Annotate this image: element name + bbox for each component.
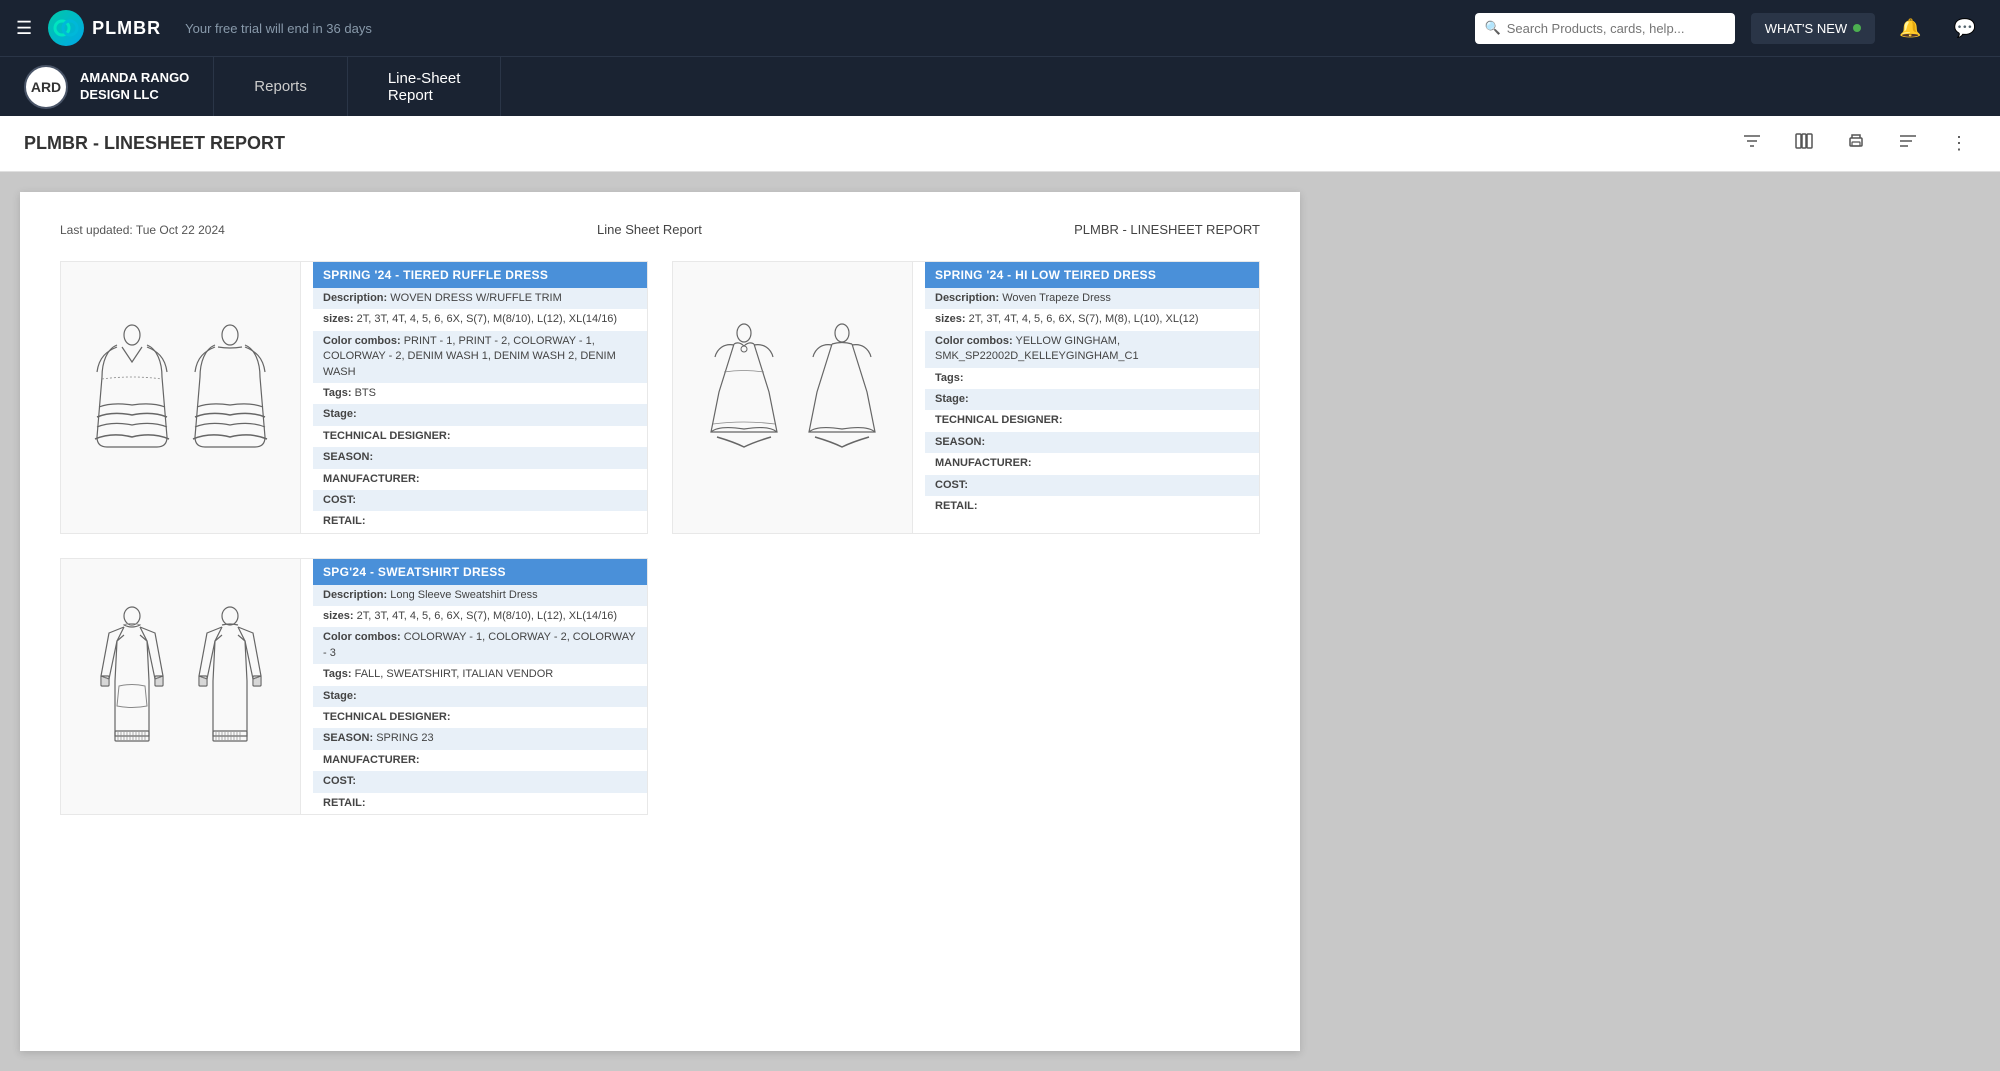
messages-icon[interactable]: 💬 (1946, 14, 1984, 43)
print-button[interactable] (1838, 125, 1874, 162)
product-card-1: SPRING '24 - TIERED RUFFLE DRESS Descrip… (60, 261, 648, 534)
product-colors-3: Color combos: COLORWAY - 1, COLORWAY - 2… (313, 627, 647, 664)
product-colors-2: Color combos: YELLOW GINGHAM, SMK_SP2200… (925, 331, 1259, 368)
breadcrumb-reports-label: Reports (254, 78, 307, 95)
product-colors-1: Color combos: PRINT - 1, PRINT - 2, COLO… (313, 331, 647, 383)
navbar: ☰ PLMBR Your free trial will end in 36 d… (0, 0, 2000, 56)
product-tech-designer-3: TECHNICAL DESIGNER: (313, 707, 647, 728)
product-description-2: Description: Woven Trapeze Dress (925, 288, 1259, 309)
products-grid-top: SPRING '24 - TIERED RUFFLE DRESS Descrip… (60, 261, 1260, 534)
product-info-2: SPRING '24 - HI LOW TEIRED DRESS Descrip… (925, 262, 1259, 533)
product-tags-3: Tags: FALL, SWEATSHIRT, ITALIAN VENDOR (313, 664, 647, 685)
report-container: Last updated: Tue Oct 22 2024 Line Sheet… (0, 172, 2000, 1071)
product-tech-designer-2: TECHNICAL DESIGNER: (925, 410, 1259, 431)
product-sizes-3: sizes: 2T, 3T, 4T, 4, 5, 6, 6X, S(7), M(… (313, 606, 647, 627)
whats-new-dot (1853, 24, 1861, 32)
product-card-3: SPG'24 - SWEATSHIRT DRESS Description: L… (60, 558, 648, 815)
company-name: AMANDA RANGO DESIGN LLC (80, 70, 189, 104)
products-grid-bottom: SPG'24 - SWEATSHIRT DRESS Description: L… (60, 558, 1260, 815)
company-name-line1: AMANDA RANGO (80, 70, 189, 87)
sweatshirt-front-svg (87, 601, 177, 771)
product-name-3: SPG'24 - SWEATSHIRT DRESS (313, 559, 647, 585)
product-card-2: SPRING '24 - HI LOW TEIRED DRESS Descrip… (672, 261, 1260, 534)
product-stage-3: Stage: (313, 686, 647, 707)
product-sizes-1: sizes: 2T, 3T, 4T, 4, 5, 6, 6X, S(7), M(… (313, 309, 647, 330)
product-name-2: SPRING '24 - HI LOW TEIRED DRESS (925, 262, 1259, 288)
company-avatar: ARD (24, 65, 68, 109)
notifications-icon[interactable]: 🔔 (1891, 14, 1929, 43)
logo: PLMBR (48, 10, 161, 46)
product-info-3: SPG'24 - SWEATSHIRT DRESS Description: L… (313, 559, 647, 814)
whats-new-button[interactable]: WHAT'S NEW (1751, 13, 1875, 44)
search-input[interactable] (1475, 13, 1735, 44)
dress-front-svg-1 (87, 317, 177, 477)
product-info-1: SPRING '24 - TIERED RUFFLE DRESS Descrip… (313, 262, 647, 533)
filter-button[interactable] (1734, 125, 1770, 162)
product-image-2 (673, 262, 913, 533)
page-title: PLMBR - LINESHEET REPORT (24, 133, 1718, 154)
report-center-title: Line Sheet Report (597, 222, 702, 237)
logo-icon (48, 10, 84, 46)
breadcrumb-linesheet-label: Line-Sheet Report (388, 70, 461, 104)
product-manufacturer-1: MANUFACTURER: (313, 469, 647, 490)
breadcrumb-bar: ARD AMANDA RANGO DESIGN LLC Reports Line… (0, 56, 2000, 116)
product-manufacturer-3: MANUFACTURER: (313, 750, 647, 771)
product-image-3 (61, 559, 301, 814)
report-right-title: PLMBR - LINESHEET REPORT (1074, 222, 1260, 237)
product-manufacturer-2: MANUFACTURER: (925, 453, 1259, 474)
product-tags-1: Tags: BTS (313, 383, 647, 404)
product-season-2: SEASON: (925, 432, 1259, 453)
product-retail-2: RETAIL: (925, 496, 1259, 517)
search-wrapper: 🔍 (1475, 13, 1735, 44)
product-stage-2: Stage: (925, 389, 1259, 410)
product-image-1 (61, 262, 301, 533)
whats-new-label: WHAT'S NEW (1765, 21, 1847, 36)
nav-tagline: Your free trial will end in 36 days (185, 21, 372, 36)
sweatshirt-back-svg (185, 601, 275, 771)
product-cost-1: COST: (313, 490, 647, 511)
logo-text: PLMBR (92, 18, 161, 39)
last-updated: Last updated: Tue Oct 22 2024 (60, 223, 225, 237)
company-info[interactable]: ARD AMANDA RANGO DESIGN LLC (0, 57, 214, 116)
product-cost-2: COST: (925, 475, 1259, 496)
product-description-3: Description: Long Sleeve Sweatshirt Dres… (313, 585, 647, 606)
more-button[interactable]: ⋮ (1942, 127, 1976, 160)
product-tags-2: Tags: (925, 368, 1259, 389)
product-season-1: SEASON: (313, 447, 647, 468)
page-header: PLMBR - LINESHEET REPORT ⋮ (0, 116, 2000, 172)
sort-button[interactable] (1890, 125, 1926, 162)
columns-button[interactable] (1786, 125, 1822, 162)
report-meta-header: Last updated: Tue Oct 22 2024 Line Sheet… (60, 222, 1260, 237)
search-icon: 🔍 (1485, 20, 1501, 36)
dress-front-svg-2 (699, 317, 789, 477)
product-retail-3: RETAIL: (313, 793, 647, 814)
product-name-1: SPRING '24 - TIERED RUFFLE DRESS (313, 262, 647, 288)
product-cost-3: COST: (313, 771, 647, 792)
report-page: Last updated: Tue Oct 22 2024 Line Sheet… (20, 192, 1300, 1051)
company-name-line2: DESIGN LLC (80, 87, 189, 104)
company-initials: ARD (31, 79, 61, 95)
product-tech-designer-1: TECHNICAL DESIGNER: (313, 426, 647, 447)
breadcrumb-linesheet[interactable]: Line-Sheet Report (348, 57, 502, 116)
product-retail-1: RETAIL: (313, 511, 647, 532)
product-sizes-2: sizes: 2T, 3T, 4T, 4, 5, 6, 6X, S(7), M(… (925, 309, 1259, 330)
hamburger-icon[interactable]: ☰ (16, 18, 32, 39)
product-stage-1: Stage: (313, 404, 647, 425)
breadcrumb-reports[interactable]: Reports (214, 57, 348, 116)
product-description-1: Description: WOVEN DRESS W/RUFFLE TRIM (313, 288, 647, 309)
product-card-empty (672, 558, 1260, 815)
product-season-3: SEASON: SPRING 23 (313, 728, 647, 749)
dress-back-svg-1 (185, 317, 275, 477)
dress-back-svg-2 (797, 317, 887, 477)
